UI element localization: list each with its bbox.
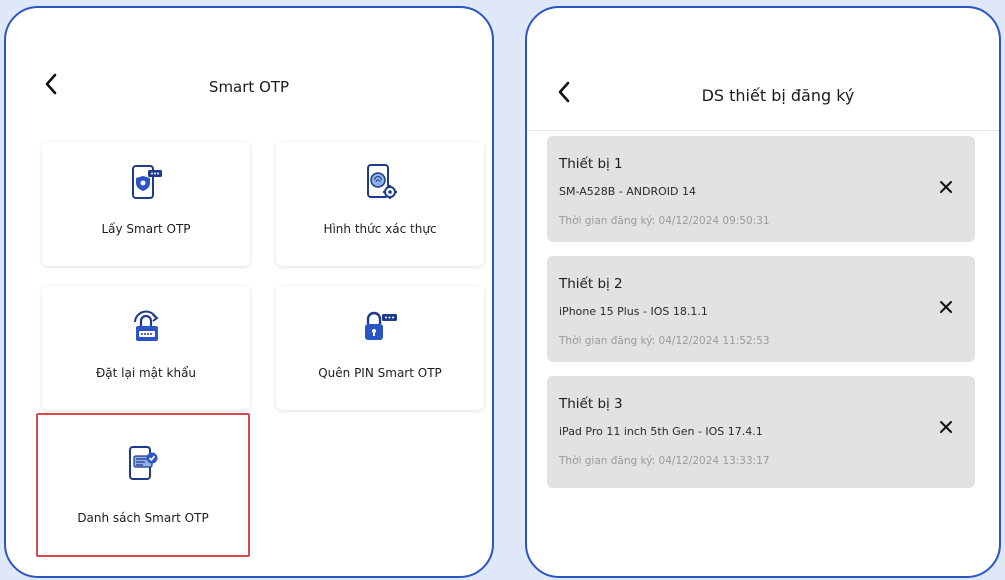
device-card: Thiết bị 1 SM-A528B - ANDROID 14 Thời gi…: [547, 136, 975, 242]
remove-device-button[interactable]: [935, 296, 957, 318]
phone-shield-icon: [124, 160, 168, 204]
device-name: Thiết bị 1: [559, 156, 623, 172]
smart-otp-screen: Smart OTP Lấy Smart OTP Hình thức xác th…: [4, 6, 494, 578]
registration-time: Thời gian đăng ký: 04/12/2024 13:33:17: [559, 455, 770, 467]
page-title: DS thiết bị đăng ký: [701, 86, 855, 105]
lock-refresh-icon: [124, 304, 168, 348]
device-name: Thiết bị 2: [559, 276, 623, 292]
device-card: Thiết bị 2 iPhone 15 Plus - IOS 18.1.1 T…: [547, 256, 975, 362]
phone-list-check-icon: [121, 441, 165, 485]
device-name: Thiết bị 3: [559, 396, 623, 412]
smart-otp-list-button[interactable]: Danh sách Smart OTP: [36, 413, 250, 557]
registered-devices-screen: DS thiết bị đăng ký Thiết bị 1 SM-A528B …: [525, 6, 1001, 578]
tile-label: Hình thức xác thực: [323, 222, 437, 236]
lock-pin-icon: [358, 304, 402, 348]
remove-device-button[interactable]: [935, 416, 957, 438]
device-model: SM-A528B - ANDROID 14: [559, 185, 696, 198]
header: Smart OTP: [6, 8, 492, 128]
forgot-pin-button[interactable]: Quên PIN Smart OTP: [276, 286, 484, 410]
device-card: Thiết bị 3 iPad Pro 11 inch 5th Gen - IO…: [547, 376, 975, 488]
tile-label: Danh sách Smart OTP: [77, 511, 209, 525]
tile-label: Lấy Smart OTP: [101, 222, 191, 236]
device-model: iPad Pro 11 inch 5th Gen - IOS 17.4.1: [559, 425, 763, 438]
authentication-method-button[interactable]: Hình thức xác thực: [276, 142, 484, 266]
divider: [527, 130, 999, 131]
registration-time: Thời gian đăng ký: 04/12/2024 09:50:31: [559, 215, 770, 227]
phone-fingerprint-gear-icon: [358, 160, 402, 204]
header: DS thiết bị đăng ký: [527, 8, 999, 128]
tile-label: Đặt lại mật khẩu: [95, 366, 197, 380]
close-icon: [940, 301, 952, 313]
close-icon: [940, 421, 952, 433]
device-model: iPhone 15 Plus - IOS 18.1.1: [559, 305, 708, 318]
reset-password-button[interactable]: Đặt lại mật khẩu: [42, 286, 250, 410]
registration-time: Thời gian đăng ký: 04/12/2024 11:52:53: [559, 335, 770, 347]
close-icon: [940, 181, 952, 193]
get-smart-otp-button[interactable]: Lấy Smart OTP: [42, 142, 250, 266]
remove-device-button[interactable]: [935, 176, 957, 198]
tile-label: Quên PIN Smart OTP: [318, 366, 442, 380]
page-title: Smart OTP: [208, 78, 290, 96]
